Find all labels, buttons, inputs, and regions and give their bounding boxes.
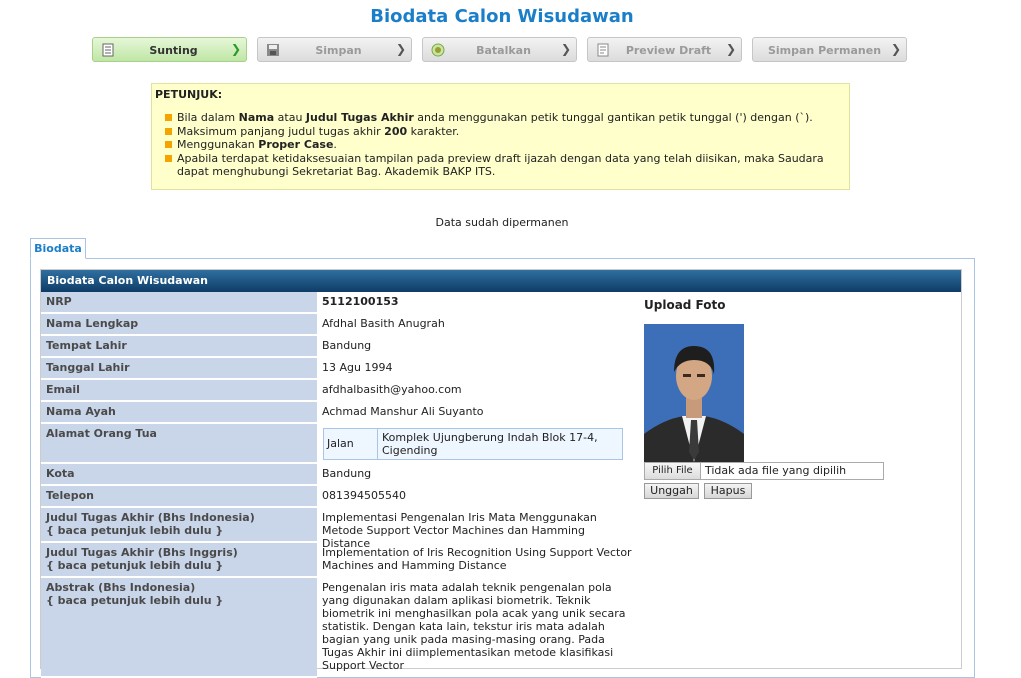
chevron-right-icon: ❯ <box>560 42 571 56</box>
instruction-bold: Nama <box>238 111 275 124</box>
preview-draft-button[interactable]: Preview Draft ❯ <box>587 37 742 62</box>
tab-biodata[interactable]: Biodata <box>30 238 86 259</box>
file-input[interactable]: Pilih File Tidak ada file yang dipilih <box>644 462 884 480</box>
no-file-text: Tidak ada file yang dipilih <box>705 464 847 477</box>
preview-draft-label: Preview Draft <box>625 44 712 57</box>
instruction-text: Bila dalam <box>177 111 239 124</box>
toolbar: Sunting ❯ Simpan ❯ Batalkan ❯ Preview Dr… <box>92 37 912 65</box>
instruction-text: atau <box>274 111 306 124</box>
email-value: afdhalbasith@yahoo.com <box>322 383 462 396</box>
cancel-icon <box>431 43 445 57</box>
batalkan-button[interactable]: Batalkan ❯ <box>422 37 577 62</box>
instruction-item: Maksimum panjang judul tugas akhir 200 k… <box>165 124 849 139</box>
instruction-item: Bila dalam Nama atau Judul Tugas Akhir a… <box>165 111 849 125</box>
chevron-right-icon: ❯ <box>890 42 901 56</box>
chevron-right-icon: ❯ <box>725 42 736 56</box>
simpan-permanen-button[interactable]: Simpan Permanen ❯ <box>752 37 907 62</box>
instruction-text: Maksimum panjang judul tugas akhir <box>177 124 385 138</box>
nama-ayah-value: Achmad Manshur Ali Suyanto <box>322 405 484 418</box>
abstrak-label: Abstrak (Bhs Indonesia) { baca petunjuk … <box>41 578 317 678</box>
abstrak-hint: { baca petunjuk lebih dulu } <box>46 594 224 607</box>
chevron-right-icon: ❯ <box>395 42 406 56</box>
instruction-bold: 200 <box>384 124 408 138</box>
choose-file-button[interactable]: Pilih File <box>645 463 701 479</box>
upload-button[interactable]: Unggah <box>644 483 699 499</box>
email-label: Email <box>41 380 317 402</box>
instructions-heading: PETUNJUK: <box>155 88 223 101</box>
instruction-item: Apabila terdapat ketidaksesuaian tampila… <box>165 152 849 179</box>
instruction-bold: Proper Case <box>258 138 334 152</box>
alamat-key: Jalan <box>324 429 378 459</box>
instructions-list: Bila dalam Nama atau Judul Tugas Akhir a… <box>155 111 849 179</box>
portrait-image <box>644 324 744 462</box>
nama-value: Afdhal Basith Anugrah <box>322 317 445 330</box>
tempat-lahir-label: Tempat Lahir <box>41 336 317 358</box>
form-header: Biodata Calon Wisudawan <box>41 270 961 292</box>
tanggal-lahir-value: 13 Agu 1994 <box>322 361 393 374</box>
telepon-value: 081394505540 <box>322 489 406 502</box>
alamat-label: Alamat Orang Tua <box>41 424 317 464</box>
student-photo <box>644 324 744 462</box>
instruction-text: anda menggunakan petik tunggal gantikan … <box>413 111 813 124</box>
simpan-permanen-label: Simpan Permanen <box>767 44 882 57</box>
instructions-box: PETUNJUK: Bila dalam Nama atau Judul Tug… <box>151 83 850 190</box>
nrp-label: NRP <box>41 292 317 314</box>
save-icon <box>267 44 279 56</box>
instruction-bold: Judul Tugas Akhir <box>305 111 414 124</box>
kota-value: Bandung <box>322 467 372 480</box>
delete-photo-button[interactable]: Hapus <box>704 483 752 499</box>
judul-en-label-text: Judul Tugas Akhir (Bhs Inggris) <box>46 546 238 559</box>
tanggal-lahir-label: Tanggal Lahir <box>41 358 317 380</box>
abstrak-value: Pengenalan iris mata adalah teknik penge… <box>322 581 626 672</box>
sunting-label: Sunting <box>149 44 198 57</box>
instruction-item: Menggunakan Proper Case. <box>165 138 849 152</box>
nama-label: Nama Lengkap <box>41 314 317 336</box>
judul-en-value: Implementation of Iris Recognition Using… <box>322 546 632 572</box>
nrp-value: 5112100153 <box>322 295 399 308</box>
judul-id-hint: { baca petunjuk lebih dulu } <box>46 524 224 537</box>
instruction-text: karakter. <box>407 124 460 138</box>
kota-label: Kota <box>41 464 317 486</box>
judul-en-hint: { baca petunjuk lebih dulu } <box>46 559 224 572</box>
alamat-value: Komplek Ujungberung Indah Blok 17-4, Cig… <box>382 431 598 457</box>
preview-icon <box>597 43 609 57</box>
telepon-label: Telepon <box>41 486 317 508</box>
page-title: Biodata Calon Wisudawan <box>370 6 634 27</box>
status-message: Data sudah dipermanen <box>435 216 569 229</box>
sunting-button[interactable]: Sunting ❯ <box>92 37 247 62</box>
nama-ayah-label: Nama Ayah <box>41 402 317 424</box>
instruction-text: Menggunakan <box>177 138 259 152</box>
judul-id-label: Judul Tugas Akhir (Bhs Indonesia) { baca… <box>41 508 317 543</box>
instruction-text: . <box>333 138 337 152</box>
judul-en-label: Judul Tugas Akhir (Bhs Inggris) { baca p… <box>41 543 317 578</box>
alamat-box: Jalan Komplek Ujungberung Indah Blok 17-… <box>323 428 623 460</box>
biodata-form: Biodata Calon Wisudawan NRP 5112100153 N… <box>40 269 962 678</box>
simpan-button[interactable]: Simpan ❯ <box>257 37 412 62</box>
chevron-right-icon: ❯ <box>230 42 241 56</box>
batalkan-label: Batalkan <box>476 44 531 57</box>
upload-foto-title: Upload Foto <box>644 298 726 312</box>
abstrak-label-text: Abstrak (Bhs Indonesia) <box>46 581 196 594</box>
judul-id-label-text: Judul Tugas Akhir (Bhs Indonesia) <box>46 511 255 524</box>
edit-icon <box>102 43 114 57</box>
simpan-label: Simpan <box>315 44 362 57</box>
tempat-lahir-value: Bandung <box>322 339 372 352</box>
